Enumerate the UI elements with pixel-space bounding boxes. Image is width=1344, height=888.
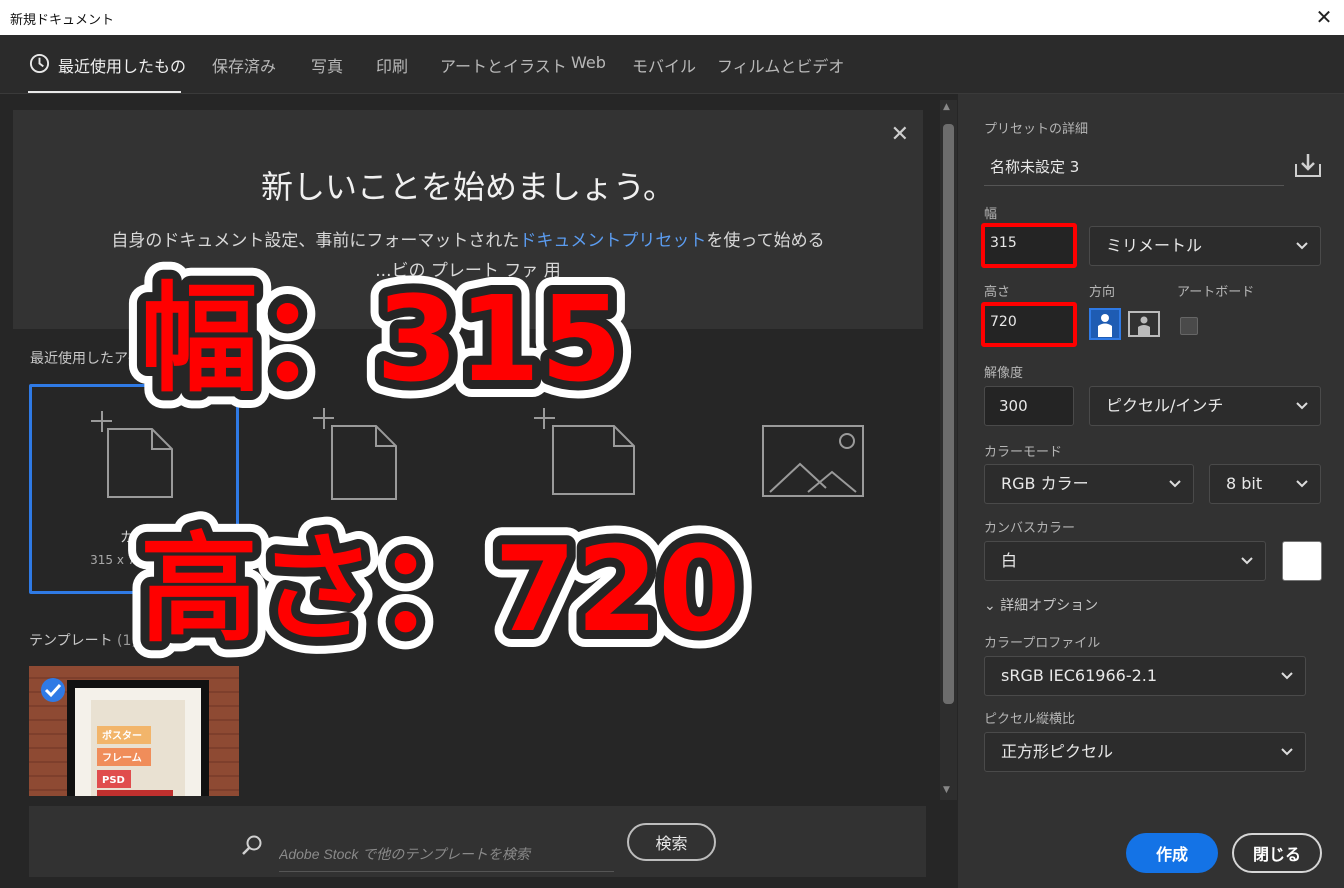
annotation-width-text: 幅：315: [140, 270, 622, 408]
annotation-overlay: 幅：315 幅：315 幅：315 高さ：720 高さ：720 高さ：720: [123, 253, 757, 675]
annotation-height-text: 高さ：720: [140, 520, 740, 658]
